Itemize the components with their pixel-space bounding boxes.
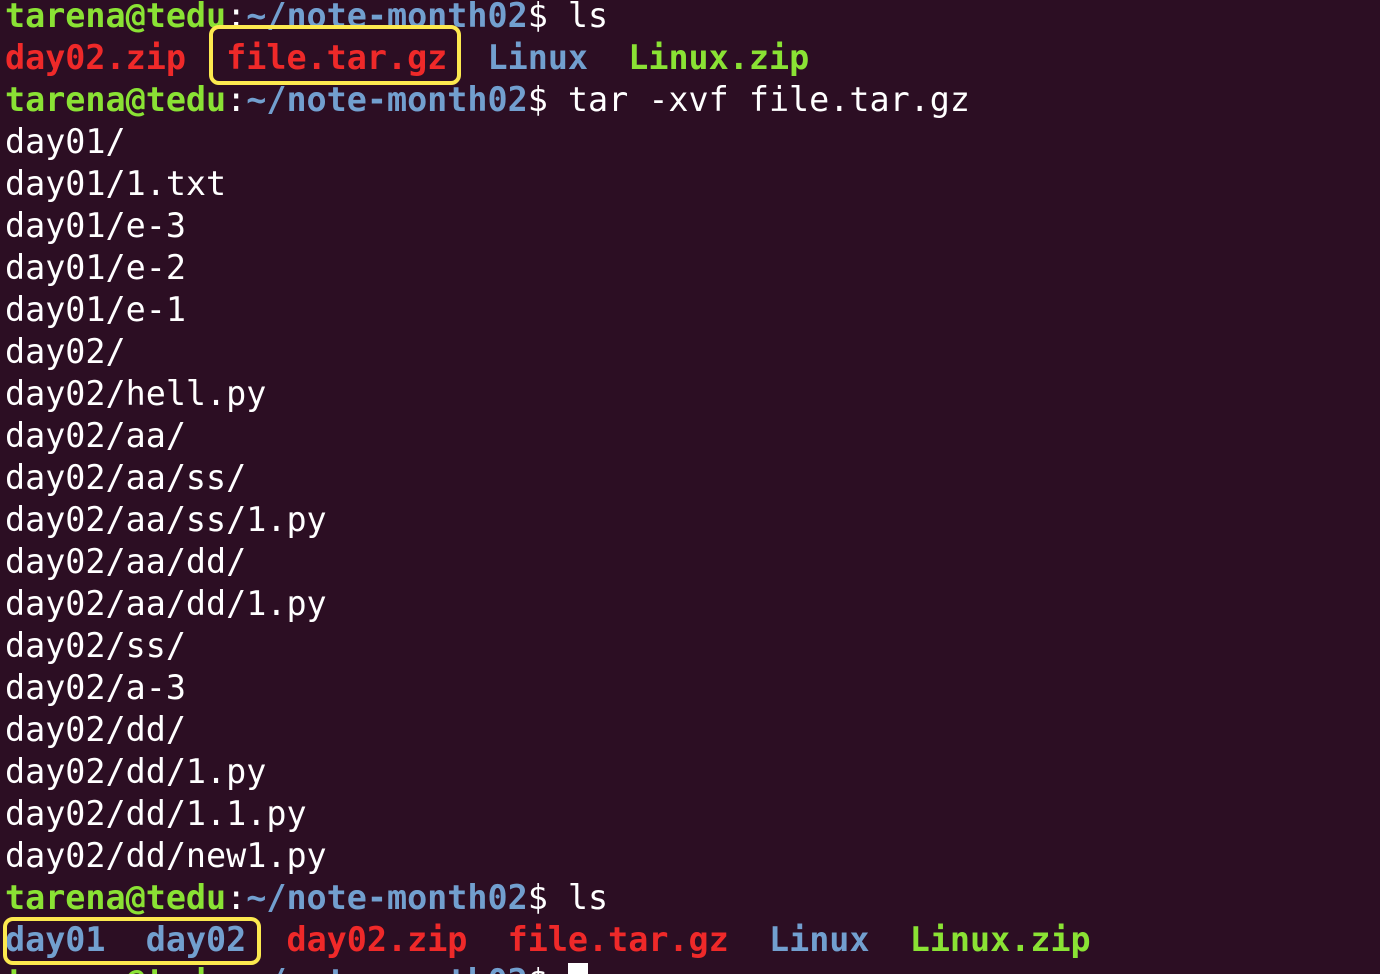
tar-output-line: day02/aa/dd/1.py [5, 584, 327, 623]
tar-output-line: day01/ [5, 122, 126, 161]
prompt-colon: : [226, 878, 247, 917]
prompt-colon: : [226, 80, 247, 119]
tar-output-line: day02/aa/ss/1.py [5, 500, 327, 539]
prompt-line: tarena@tedu:~/note-month02$ ls [5, 0, 1091, 37]
prompt-line: tarena@tedu:~/note-month02$ ls [5, 877, 1091, 919]
highlight-box-extracted-dirs [3, 917, 261, 965]
prompt-path: ~/note-month02 [246, 80, 528, 119]
prompt-user-host: tarena@tedu [5, 0, 227, 35]
dir-entry: Linux [487, 38, 589, 77]
tar-output-line: day02/ [5, 332, 126, 371]
prompt-path: ~/note-month02 [246, 962, 527, 974]
tar-output-line: day02/dd/1.1.py [5, 794, 307, 833]
terminal-window[interactable]: tarena@tedu:~/note-month02$ ls day02.zip… [0, 0, 1380, 974]
tar-output-line: day01/e-1 [5, 290, 186, 329]
tar-output-line: day02/dd/new1.py [5, 836, 327, 875]
file-entry: file.tar.gz [507, 920, 729, 959]
prompt-dollar: $ [528, 962, 568, 974]
tar-output-line: day02/hell.py [5, 374, 267, 413]
tar-output-line: day02/aa/ [5, 416, 186, 455]
file-entry: Linux.zip [909, 920, 1091, 959]
prompt-user-host: tarena@tedu [5, 80, 227, 119]
command-text: ls [567, 0, 609, 35]
file-entry: day02.zip [286, 920, 468, 959]
highlight-box-archive [209, 25, 461, 85]
dir-entry: Linux [768, 920, 870, 959]
terminal-screen: tarena@tedu:~/note-month02$ ls day02.zip… [5, 0, 1091, 974]
prompt-line: tarena@tedu:~/note-month02$ tar -xvf fil… [5, 79, 1091, 121]
command-text: ls [567, 878, 609, 917]
tar-output-line: day01/e-3 [5, 206, 186, 245]
ls-output-line: day02.zip file.tar.gz Linux Linux.zip [5, 37, 1091, 79]
prompt-dollar: $ [527, 0, 568, 35]
prompt-dollar: $ [527, 878, 568, 917]
tar-output-line: day02/dd/1.py [5, 752, 267, 791]
tar-output-line: day02/aa/ss/ [5, 458, 247, 497]
prompt-path: ~/note-month02 [246, 878, 528, 917]
prompt-dollar: $ [527, 80, 568, 119]
file-entry: day02.zip [5, 38, 186, 77]
tar-output-line: day02/ss/ [5, 626, 186, 665]
command-text: tar -xvf file.tar.gz [567, 80, 970, 119]
tar-output-line: day02/a-3 [5, 668, 186, 707]
tar-output-line: day01/1.txt [5, 164, 227, 203]
tar-output-line: day02/aa/dd/ [5, 542, 247, 581]
tar-output-line: day01/e-2 [5, 248, 186, 287]
tar-output-line: day02/dd/ [5, 710, 186, 749]
terminal-cursor[interactable] [567, 963, 588, 974]
file-entry: Linux.zip [628, 38, 810, 77]
prompt-user-host: tarena@tedu [5, 878, 227, 917]
